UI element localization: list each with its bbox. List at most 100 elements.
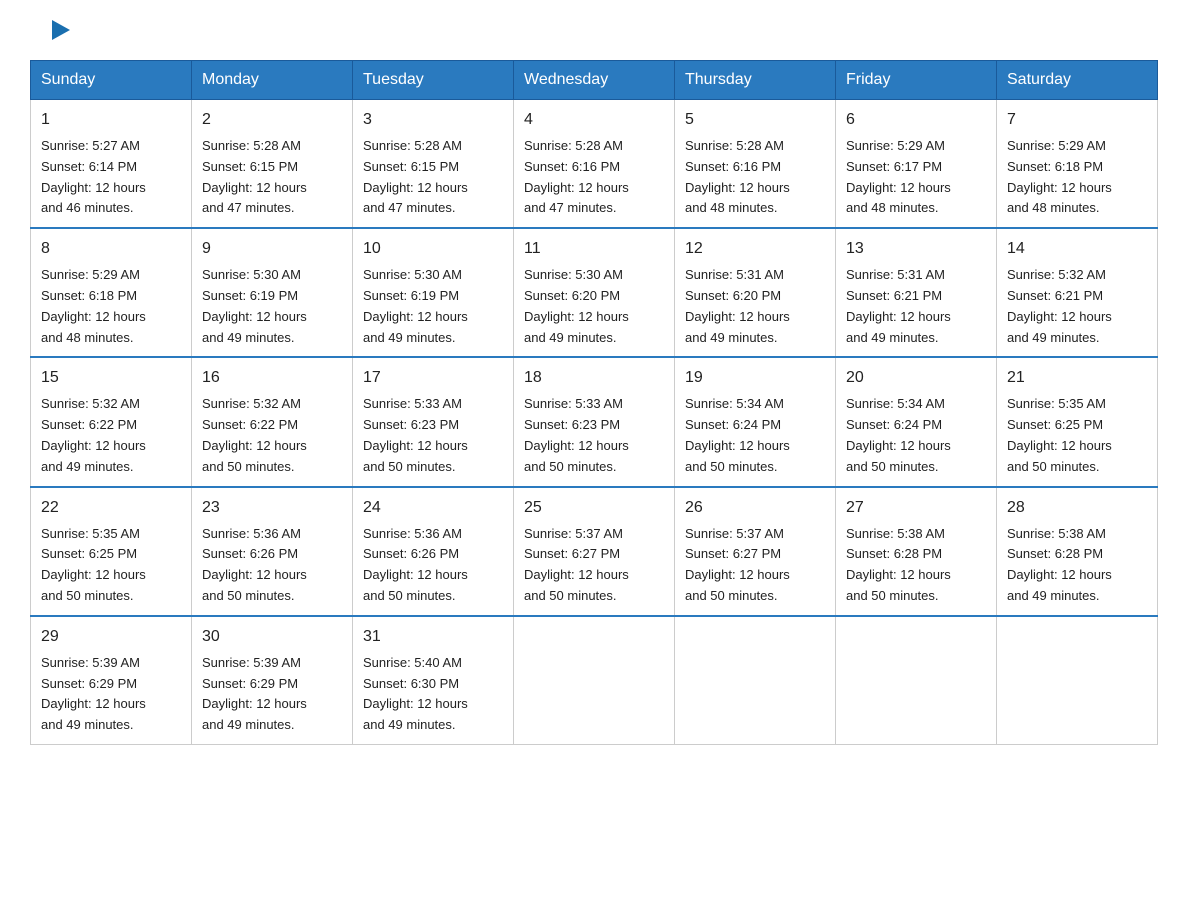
calendar-cell: 9 Sunrise: 5:30 AM Sunset: 6:19 PM Dayli…: [192, 228, 353, 357]
calendar-cell: 11 Sunrise: 5:30 AM Sunset: 6:20 PM Dayl…: [514, 228, 675, 357]
day-number: 29: [41, 625, 181, 649]
day-info: Sunrise: 5:39 AM Sunset: 6:29 PM Dayligh…: [202, 653, 342, 736]
day-info: Sunrise: 5:30 AM Sunset: 6:19 PM Dayligh…: [363, 265, 503, 348]
day-number: 8: [41, 237, 181, 261]
col-header-sunday: Sunday: [31, 61, 192, 100]
calendar-cell: 26 Sunrise: 5:37 AM Sunset: 6:27 PM Dayl…: [675, 487, 836, 616]
calendar-week-row: 29 Sunrise: 5:39 AM Sunset: 6:29 PM Dayl…: [31, 616, 1158, 745]
day-number: 20: [846, 366, 986, 390]
day-number: 21: [1007, 366, 1147, 390]
calendar-cell: 13 Sunrise: 5:31 AM Sunset: 6:21 PM Dayl…: [836, 228, 997, 357]
day-info: Sunrise: 5:31 AM Sunset: 6:20 PM Dayligh…: [685, 265, 825, 348]
day-number: 7: [1007, 108, 1147, 132]
day-info: Sunrise: 5:28 AM Sunset: 6:15 PM Dayligh…: [202, 136, 342, 219]
calendar-cell: 18 Sunrise: 5:33 AM Sunset: 6:23 PM Dayl…: [514, 357, 675, 486]
day-number: 9: [202, 237, 342, 261]
col-header-saturday: Saturday: [997, 61, 1158, 100]
calendar-cell: [836, 616, 997, 745]
day-info: Sunrise: 5:32 AM Sunset: 6:21 PM Dayligh…: [1007, 265, 1147, 348]
calendar-week-row: 22 Sunrise: 5:35 AM Sunset: 6:25 PM Dayl…: [31, 487, 1158, 616]
day-info: Sunrise: 5:30 AM Sunset: 6:19 PM Dayligh…: [202, 265, 342, 348]
day-number: 1: [41, 108, 181, 132]
day-info: Sunrise: 5:33 AM Sunset: 6:23 PM Dayligh…: [524, 394, 664, 477]
day-number: 4: [524, 108, 664, 132]
calendar-cell: 31 Sunrise: 5:40 AM Sunset: 6:30 PM Dayl…: [353, 616, 514, 745]
day-info: Sunrise: 5:40 AM Sunset: 6:30 PM Dayligh…: [363, 653, 503, 736]
calendar-cell: 16 Sunrise: 5:32 AM Sunset: 6:22 PM Dayl…: [192, 357, 353, 486]
day-number: 2: [202, 108, 342, 132]
calendar-cell: 8 Sunrise: 5:29 AM Sunset: 6:18 PM Dayli…: [31, 228, 192, 357]
col-header-thursday: Thursday: [675, 61, 836, 100]
day-number: 19: [685, 366, 825, 390]
calendar-cell: 14 Sunrise: 5:32 AM Sunset: 6:21 PM Dayl…: [997, 228, 1158, 357]
calendar-cell: 15 Sunrise: 5:32 AM Sunset: 6:22 PM Dayl…: [31, 357, 192, 486]
calendar-cell: 21 Sunrise: 5:35 AM Sunset: 6:25 PM Dayl…: [997, 357, 1158, 486]
day-number: 15: [41, 366, 181, 390]
calendar-cell: 10 Sunrise: 5:30 AM Sunset: 6:19 PM Dayl…: [353, 228, 514, 357]
calendar-cell: 29 Sunrise: 5:39 AM Sunset: 6:29 PM Dayl…: [31, 616, 192, 745]
day-info: Sunrise: 5:35 AM Sunset: 6:25 PM Dayligh…: [41, 524, 181, 607]
day-info: Sunrise: 5:38 AM Sunset: 6:28 PM Dayligh…: [846, 524, 986, 607]
calendar-cell: 25 Sunrise: 5:37 AM Sunset: 6:27 PM Dayl…: [514, 487, 675, 616]
day-number: 16: [202, 366, 342, 390]
calendar-cell: 3 Sunrise: 5:28 AM Sunset: 6:15 PM Dayli…: [353, 100, 514, 229]
calendar-cell: 2 Sunrise: 5:28 AM Sunset: 6:15 PM Dayli…: [192, 100, 353, 229]
day-number: 30: [202, 625, 342, 649]
day-info: Sunrise: 5:34 AM Sunset: 6:24 PM Dayligh…: [685, 394, 825, 477]
calendar-week-row: 15 Sunrise: 5:32 AM Sunset: 6:22 PM Dayl…: [31, 357, 1158, 486]
calendar-cell: 1 Sunrise: 5:27 AM Sunset: 6:14 PM Dayli…: [31, 100, 192, 229]
day-info: Sunrise: 5:31 AM Sunset: 6:21 PM Dayligh…: [846, 265, 986, 348]
calendar-table: SundayMondayTuesdayWednesdayThursdayFrid…: [30, 60, 1158, 745]
day-info: Sunrise: 5:34 AM Sunset: 6:24 PM Dayligh…: [846, 394, 986, 477]
day-number: 12: [685, 237, 825, 261]
day-info: Sunrise: 5:29 AM Sunset: 6:18 PM Dayligh…: [41, 265, 181, 348]
calendar-cell: 22 Sunrise: 5:35 AM Sunset: 6:25 PM Dayl…: [31, 487, 192, 616]
calendar-cell: 20 Sunrise: 5:34 AM Sunset: 6:24 PM Dayl…: [836, 357, 997, 486]
day-info: Sunrise: 5:32 AM Sunset: 6:22 PM Dayligh…: [202, 394, 342, 477]
day-number: 6: [846, 108, 986, 132]
day-info: Sunrise: 5:33 AM Sunset: 6:23 PM Dayligh…: [363, 394, 503, 477]
calendar-cell: [997, 616, 1158, 745]
logo-icon: [30, 20, 70, 40]
page-header: [30, 20, 1158, 40]
calendar-header-row: SundayMondayTuesdayWednesdayThursdayFrid…: [31, 61, 1158, 100]
day-number: 25: [524, 496, 664, 520]
col-header-wednesday: Wednesday: [514, 61, 675, 100]
day-info: Sunrise: 5:28 AM Sunset: 6:16 PM Dayligh…: [685, 136, 825, 219]
day-info: Sunrise: 5:32 AM Sunset: 6:22 PM Dayligh…: [41, 394, 181, 477]
day-number: 14: [1007, 237, 1147, 261]
day-number: 24: [363, 496, 503, 520]
col-header-tuesday: Tuesday: [353, 61, 514, 100]
day-info: Sunrise: 5:30 AM Sunset: 6:20 PM Dayligh…: [524, 265, 664, 348]
calendar-week-row: 1 Sunrise: 5:27 AM Sunset: 6:14 PM Dayli…: [31, 100, 1158, 229]
day-number: 31: [363, 625, 503, 649]
day-number: 27: [846, 496, 986, 520]
day-number: 28: [1007, 496, 1147, 520]
calendar-cell: [514, 616, 675, 745]
calendar-cell: [675, 616, 836, 745]
calendar-cell: 6 Sunrise: 5:29 AM Sunset: 6:17 PM Dayli…: [836, 100, 997, 229]
logo: [30, 20, 70, 40]
day-number: 18: [524, 366, 664, 390]
calendar-cell: 28 Sunrise: 5:38 AM Sunset: 6:28 PM Dayl…: [997, 487, 1158, 616]
calendar-cell: 23 Sunrise: 5:36 AM Sunset: 6:26 PM Dayl…: [192, 487, 353, 616]
logo-arrow-icon: [52, 20, 70, 40]
day-number: 13: [846, 237, 986, 261]
day-number: 17: [363, 366, 503, 390]
day-info: Sunrise: 5:27 AM Sunset: 6:14 PM Dayligh…: [41, 136, 181, 219]
day-number: 5: [685, 108, 825, 132]
calendar-cell: 17 Sunrise: 5:33 AM Sunset: 6:23 PM Dayl…: [353, 357, 514, 486]
calendar-cell: 30 Sunrise: 5:39 AM Sunset: 6:29 PM Dayl…: [192, 616, 353, 745]
col-header-monday: Monday: [192, 61, 353, 100]
day-info: Sunrise: 5:28 AM Sunset: 6:16 PM Dayligh…: [524, 136, 664, 219]
day-info: Sunrise: 5:38 AM Sunset: 6:28 PM Dayligh…: [1007, 524, 1147, 607]
day-number: 11: [524, 237, 664, 261]
day-info: Sunrise: 5:37 AM Sunset: 6:27 PM Dayligh…: [685, 524, 825, 607]
calendar-cell: 19 Sunrise: 5:34 AM Sunset: 6:24 PM Dayl…: [675, 357, 836, 486]
day-info: Sunrise: 5:29 AM Sunset: 6:18 PM Dayligh…: [1007, 136, 1147, 219]
day-info: Sunrise: 5:29 AM Sunset: 6:17 PM Dayligh…: [846, 136, 986, 219]
day-info: Sunrise: 5:28 AM Sunset: 6:15 PM Dayligh…: [363, 136, 503, 219]
day-number: 26: [685, 496, 825, 520]
day-info: Sunrise: 5:36 AM Sunset: 6:26 PM Dayligh…: [363, 524, 503, 607]
day-info: Sunrise: 5:37 AM Sunset: 6:27 PM Dayligh…: [524, 524, 664, 607]
